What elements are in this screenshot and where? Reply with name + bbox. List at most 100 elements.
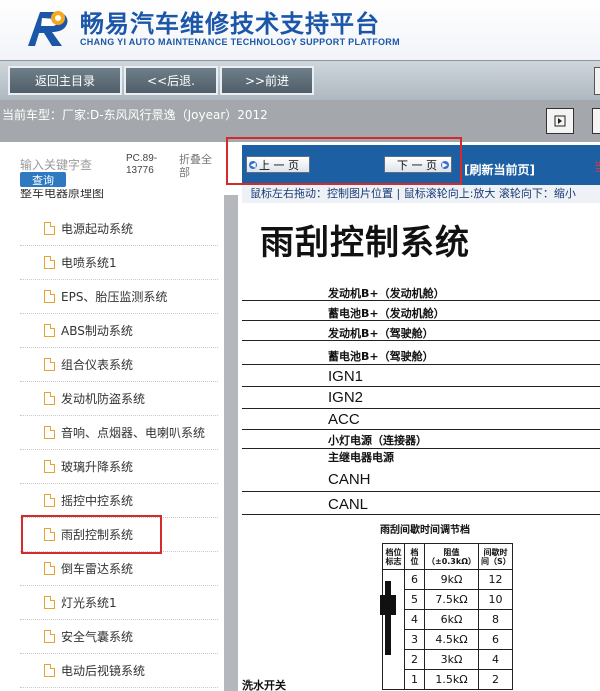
nav-toolbar: 返回主目录 <<后退. >>前进 <box>0 60 600 100</box>
bus-label: 蓄电池B+（驾驶舱） <box>328 350 434 363</box>
document-icon <box>44 358 55 371</box>
right-arrow-icon: ▶ <box>441 160 449 169</box>
forward-button[interactable]: >>前进 <box>220 66 314 95</box>
tree-item-label: 倒车雷达系统 <box>61 562 134 576</box>
wiring-diagram[interactable]: 雨刮控制系统 发动机B+（发动机舱） 蓄电池B+（发动机舱） 发动机B+（驾驶舱… <box>242 203 600 691</box>
tree-item-label: 摇控中控系统 <box>61 494 134 508</box>
tree-item[interactable]: 电源起动系统 <box>20 212 218 246</box>
document-icon <box>44 562 55 575</box>
document-icon <box>44 426 55 439</box>
tree-item-label: 玻璃升降系统 <box>61 460 134 474</box>
document-icon <box>44 256 55 269</box>
tree-item[interactable]: 安全气囊系统 <box>20 620 218 654</box>
table-cell: 9kΩ <box>424 569 479 590</box>
current-tip: 当 <box>594 158 600 175</box>
document-icon <box>44 494 55 507</box>
next-page-label: 下 一 页 <box>397 158 437 172</box>
table-cell: 4 <box>478 649 513 670</box>
tree-item[interactable]: 电动后视镜系统 <box>20 654 218 688</box>
bus-label: 发动机B+（发动机舱） <box>328 287 445 300</box>
home-button[interactable]: 返回主目录 <box>8 66 122 95</box>
bus-label: 蓄电池B+（发动机舱） <box>328 307 445 320</box>
interval-table-title: 雨刮间歇时间调节档 <box>380 525 470 536</box>
switch-knob-grip-icon <box>380 595 396 615</box>
tree-item-label: 电喷系统1 <box>61 256 117 270</box>
bus-line <box>242 364 600 365</box>
prev-page-label: 上 一 页 <box>259 158 299 172</box>
document-icon <box>44 222 55 235</box>
tree-item[interactable]: 电喷系统1 <box>20 246 218 280</box>
table-row: 6 9kΩ 12 <box>382 569 513 690</box>
tree-item-label: 音响、点烟器、电喇叭系统 <box>61 426 206 440</box>
table-cell: 4.5kΩ <box>424 629 479 650</box>
table-cell: 5 <box>404 589 425 610</box>
brand-subtitle: CHANG YI AUTO MAINTENANCE TECHNOLOGY SUP… <box>80 37 400 47</box>
nav-right-button[interactable] <box>594 67 600 95</box>
hint-bar: 鼠标左右拖动：控制图片位置 | 鼠标滚轮向上:放大 滚轮向下：缩小 <box>242 185 600 203</box>
next-page-button[interactable]: 下 一 页 ▶ <box>384 156 452 173</box>
bus-line <box>242 429 600 430</box>
pc-code: PC.89-13776 <box>126 153 158 176</box>
panel-splitter[interactable] <box>224 195 238 691</box>
table-cell: 6kΩ <box>424 609 479 630</box>
table-header-cell: 档位 <box>404 543 425 570</box>
document-icon <box>44 630 55 643</box>
table-cell: 6 <box>404 569 425 590</box>
tree-item-label: 电源起动系统 <box>61 222 134 236</box>
tree-item[interactable]: 灯光系统1 <box>20 586 218 620</box>
tree-item-label: 电动后视镜系统 <box>61 664 146 678</box>
document-icon <box>44 290 55 303</box>
tree-item-label: ABS制动系统 <box>61 324 133 338</box>
tree-item[interactable]: 玻璃升降系统 <box>20 450 218 484</box>
bus-label: 主继电器电源 <box>328 451 394 464</box>
panel-toggle-button-2[interactable] <box>592 108 600 134</box>
logo-icon <box>28 11 68 46</box>
table-cell: 7.5kΩ <box>424 589 479 610</box>
prev-page-button[interactable]: ◀ 上 一 页 <box>246 156 310 173</box>
tree-item[interactable]: 组合仪表系统 <box>20 348 218 382</box>
table-cell: 1.5kΩ <box>424 669 479 690</box>
tree-item[interactable]: 发动机防盗系统 <box>20 382 218 416</box>
tree-item[interactable]: 音响、点烟器、电喇叭系统 <box>20 416 218 450</box>
document-icon <box>44 528 55 541</box>
tree-item-selected[interactable]: 雨刮控制系统 <box>20 518 218 552</box>
switch-knob-icon <box>385 581 391 655</box>
tree-item[interactable]: EPS、胎压监测系统 <box>20 280 218 314</box>
tree-item-label: 雨刮控制系统 <box>61 528 134 542</box>
collapse-all-link[interactable]: 折叠全部 <box>179 153 221 179</box>
document-icon <box>44 596 55 609</box>
table-header-cell: 档位标志 <box>382 543 405 570</box>
bus-line <box>242 491 600 492</box>
panel-toggle-button[interactable] <box>546 108 574 134</box>
query-button[interactable]: 查询 <box>20 172 66 187</box>
tree-item-label: 发动机防盗系统 <box>61 392 146 406</box>
tree-item[interactable]: 倒车雷达系统 <box>20 552 218 586</box>
tree-parent-item[interactable]: 整车电器原理图 <box>20 189 220 203</box>
tree-item[interactable]: ABS制动系统 <box>20 314 218 348</box>
bus-label: IGN1 <box>328 368 364 385</box>
table-header-cell: 间歇时间（S） <box>478 543 513 570</box>
current-vehicle-text: 当前车型：厂家:D-东风风行景逸（Joyear）2012 <box>2 108 268 122</box>
interval-table: 档位标志 档位 阻值（±0.3kΩ） 间歇时间（S） 6 9kΩ 12 5 7.5kΩ… <box>382 543 513 690</box>
diagram-title: 雨刮控制系统 <box>260 223 470 263</box>
bus-line <box>242 386 600 387</box>
table-cell: 12 <box>478 569 513 590</box>
brand-title: 畅易汽车维修技术支持平台 <box>80 10 380 38</box>
table-header-row: 档位标志 档位 阻值（±0.3kΩ） 间歇时间（S） <box>382 543 513 570</box>
bus-label: CANL <box>328 496 369 513</box>
table-cell: 4 <box>404 609 425 630</box>
table-cell: 2 <box>478 669 513 690</box>
washer-switch-label: 洗水开关 <box>242 679 286 691</box>
bus-line <box>242 514 600 515</box>
bus-line <box>242 408 600 409</box>
table-cell: 6 <box>478 629 513 650</box>
bus-line <box>242 300 600 301</box>
panel-toggle-icon <box>554 115 566 127</box>
refresh-page-link[interactable]: [刷新当前页] <box>464 161 535 178</box>
back-button[interactable]: <<后退. <box>124 66 218 95</box>
document-icon <box>44 664 55 677</box>
bus-label: CANH <box>328 471 371 488</box>
tree-item[interactable]: 摇控中控系统 <box>20 484 218 518</box>
table-cell: 3kΩ <box>424 649 479 670</box>
bus-label: IGN2 <box>328 389 364 406</box>
